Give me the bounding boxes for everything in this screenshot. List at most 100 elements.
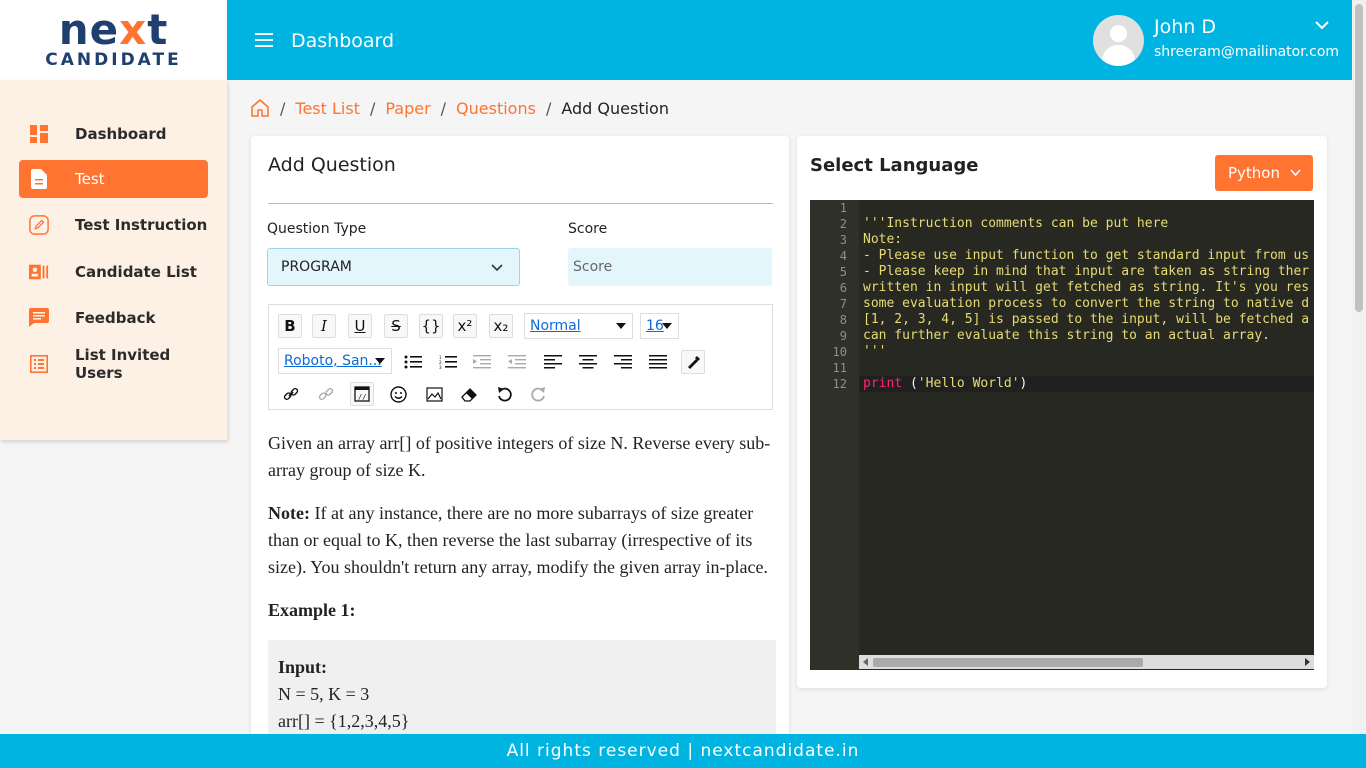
undo-icon[interactable] [492, 382, 516, 406]
question-type-label: Question Type [267, 221, 367, 237]
score-input[interactable] [568, 248, 772, 286]
strikethrough-button[interactable]: S [384, 314, 408, 338]
align-justify-icon[interactable] [646, 350, 670, 374]
document-icon [29, 169, 49, 189]
bold-button[interactable]: B [278, 314, 302, 338]
sidebar: Dashboard Test Test Instruction Candidat… [0, 80, 227, 440]
italic-button[interactable]: I [312, 314, 336, 338]
code-line: - Please keep in mind that input are tak… [863, 264, 1310, 279]
page-scrollbar[interactable] [1352, 0, 1366, 734]
code-line: [1, 2, 3, 4, 5] is passed to the input, … [863, 312, 1310, 327]
footer: All rights reserved | nextcandidate.in [0, 734, 1366, 768]
svg-text://: // [358, 393, 366, 401]
question-paragraph: Given an array arr[] of positive integer… [268, 433, 771, 480]
score-label: Score [568, 221, 608, 237]
image-icon[interactable] [422, 382, 446, 406]
scrollbar-thumb[interactable] [873, 658, 1143, 667]
card-title: Add Question [268, 154, 396, 176]
sidebar-item-label: Feedback [75, 309, 156, 327]
menu-toggle-icon[interactable] [255, 33, 273, 47]
home-icon[interactable] [250, 98, 270, 118]
feedback-icon [29, 308, 49, 328]
sidebar-item-candidate-list[interactable]: Candidate List [19, 253, 208, 291]
editor-horizontal-scrollbar[interactable] [859, 655, 1314, 669]
example-box: Input: N = 5, K = 3 arr[] = {1,2,3,4,5} [268, 640, 776, 746]
code-line: some evaluation process to convert the s… [863, 296, 1310, 311]
sidebar-item-label: Test Instruction [75, 216, 208, 234]
code-line: - Please use input function to get stand… [863, 248, 1310, 263]
sidebar-item-test[interactable]: Test [19, 160, 208, 198]
brand-logo[interactable]: next CANDIDATE [0, 0, 227, 80]
unlink-icon[interactable] [314, 382, 338, 406]
user-email: shreeram@mailinator.com [1154, 44, 1340, 60]
add-question-card: Add Question Question Type Score PROGRAM… [251, 136, 789, 746]
breadcrumb-test-list[interactable]: Test List [295, 99, 360, 118]
caret-down-icon [375, 358, 385, 364]
sidebar-item-feedback[interactable]: Feedback [19, 299, 208, 337]
editor-gutter: 1 2 3 4 5 6 7 8 9 10 11 12 [810, 200, 859, 670]
logo-subtitle: CANDIDATE [45, 50, 182, 70]
sidebar-item-dashboard[interactable]: Dashboard [19, 115, 208, 153]
rich-text-toolbar: B I U S {} x² x₂ Normal 16 Roboto, San..… [268, 304, 773, 410]
caret-down-icon [662, 323, 672, 329]
numbered-list-icon[interactable]: 123 [436, 350, 460, 374]
code-button[interactable]: {} [419, 314, 443, 338]
code-line: Note: [863, 232, 903, 247]
question-type-value: PROGRAM [281, 259, 352, 275]
font-family-select[interactable]: Roboto, San... [278, 348, 392, 374]
edit-icon [29, 215, 49, 235]
sidebar-item-list-invited-users[interactable]: List Invited Users [19, 345, 208, 383]
format-select[interactable]: Normal [524, 313, 633, 339]
breadcrumb-current: Add Question [561, 98, 669, 118]
sidebar-item-label: Candidate List [75, 263, 197, 281]
language-card: Select Language Python 1 2 3 4 5 6 7 8 9… [797, 136, 1327, 688]
dashboard-icon [29, 124, 49, 144]
id-card-icon [29, 262, 49, 282]
underline-button[interactable]: U [348, 314, 372, 338]
breadcrumb: / Test List / Paper / Questions / Add Qu… [250, 98, 669, 118]
logo-wordmark: next [58, 5, 169, 54]
code-line: can further evaluate this string to an a… [863, 328, 1270, 343]
avatar[interactable] [1093, 15, 1144, 66]
bullet-list-icon[interactable] [401, 350, 425, 374]
emoji-icon[interactable] [386, 382, 410, 406]
indent-icon[interactable] [470, 350, 494, 374]
question-content[interactable]: Given an array arr[] of positive integer… [268, 430, 776, 746]
text-color-icon[interactable] [681, 350, 705, 374]
outdent-icon[interactable] [505, 350, 529, 374]
align-right-icon[interactable] [611, 350, 635, 374]
sidebar-item-label: List Invited Users [75, 346, 171, 382]
sidebar-item-label: Dashboard [75, 125, 167, 143]
breadcrumb-questions[interactable]: Questions [456, 99, 536, 118]
redo-icon[interactable] [526, 382, 550, 406]
user-name[interactable]: John D [1154, 16, 1216, 38]
divider [268, 203, 773, 204]
example-heading: Example 1: [268, 600, 356, 620]
chevron-down-icon [1290, 169, 1301, 177]
chevron-down-icon [491, 264, 503, 272]
svg-text:3: 3 [439, 365, 442, 369]
font-size-select[interactable]: 16 [640, 313, 679, 339]
subscript-button[interactable]: x₂ [489, 314, 513, 338]
top-bar: Dashboard John D shreeram@mailinator.com [227, 0, 1352, 80]
breadcrumb-paper[interactable]: Paper [385, 99, 430, 118]
page-title: Dashboard [291, 30, 395, 52]
align-center-icon[interactable] [576, 350, 600, 374]
link-icon[interactable] [279, 382, 303, 406]
code-editor[interactable]: 1 2 3 4 5 6 7 8 9 10 11 12 '''Instructio… [810, 200, 1314, 670]
arrow-right-icon[interactable] [1305, 658, 1310, 666]
align-left-icon[interactable] [541, 350, 565, 374]
sidebar-item-test-instruction[interactable]: Test Instruction [19, 206, 208, 244]
eraser-icon[interactable] [457, 382, 481, 406]
code-line: ''' [863, 344, 887, 359]
chevron-down-icon[interactable] [1315, 18, 1329, 32]
superscript-button[interactable]: x² [453, 314, 477, 338]
arrow-left-icon[interactable] [863, 658, 868, 666]
language-title: Select Language [810, 155, 979, 176]
question-type-select[interactable]: PROGRAM [267, 248, 520, 286]
code-block-icon[interactable]: // [350, 382, 374, 406]
list-icon [29, 354, 49, 374]
language-dropdown[interactable]: Python [1215, 155, 1313, 191]
note-paragraph: Note: If at any instance, there are no m… [268, 503, 768, 577]
code-line: written in input will get fetched as str… [863, 280, 1310, 295]
